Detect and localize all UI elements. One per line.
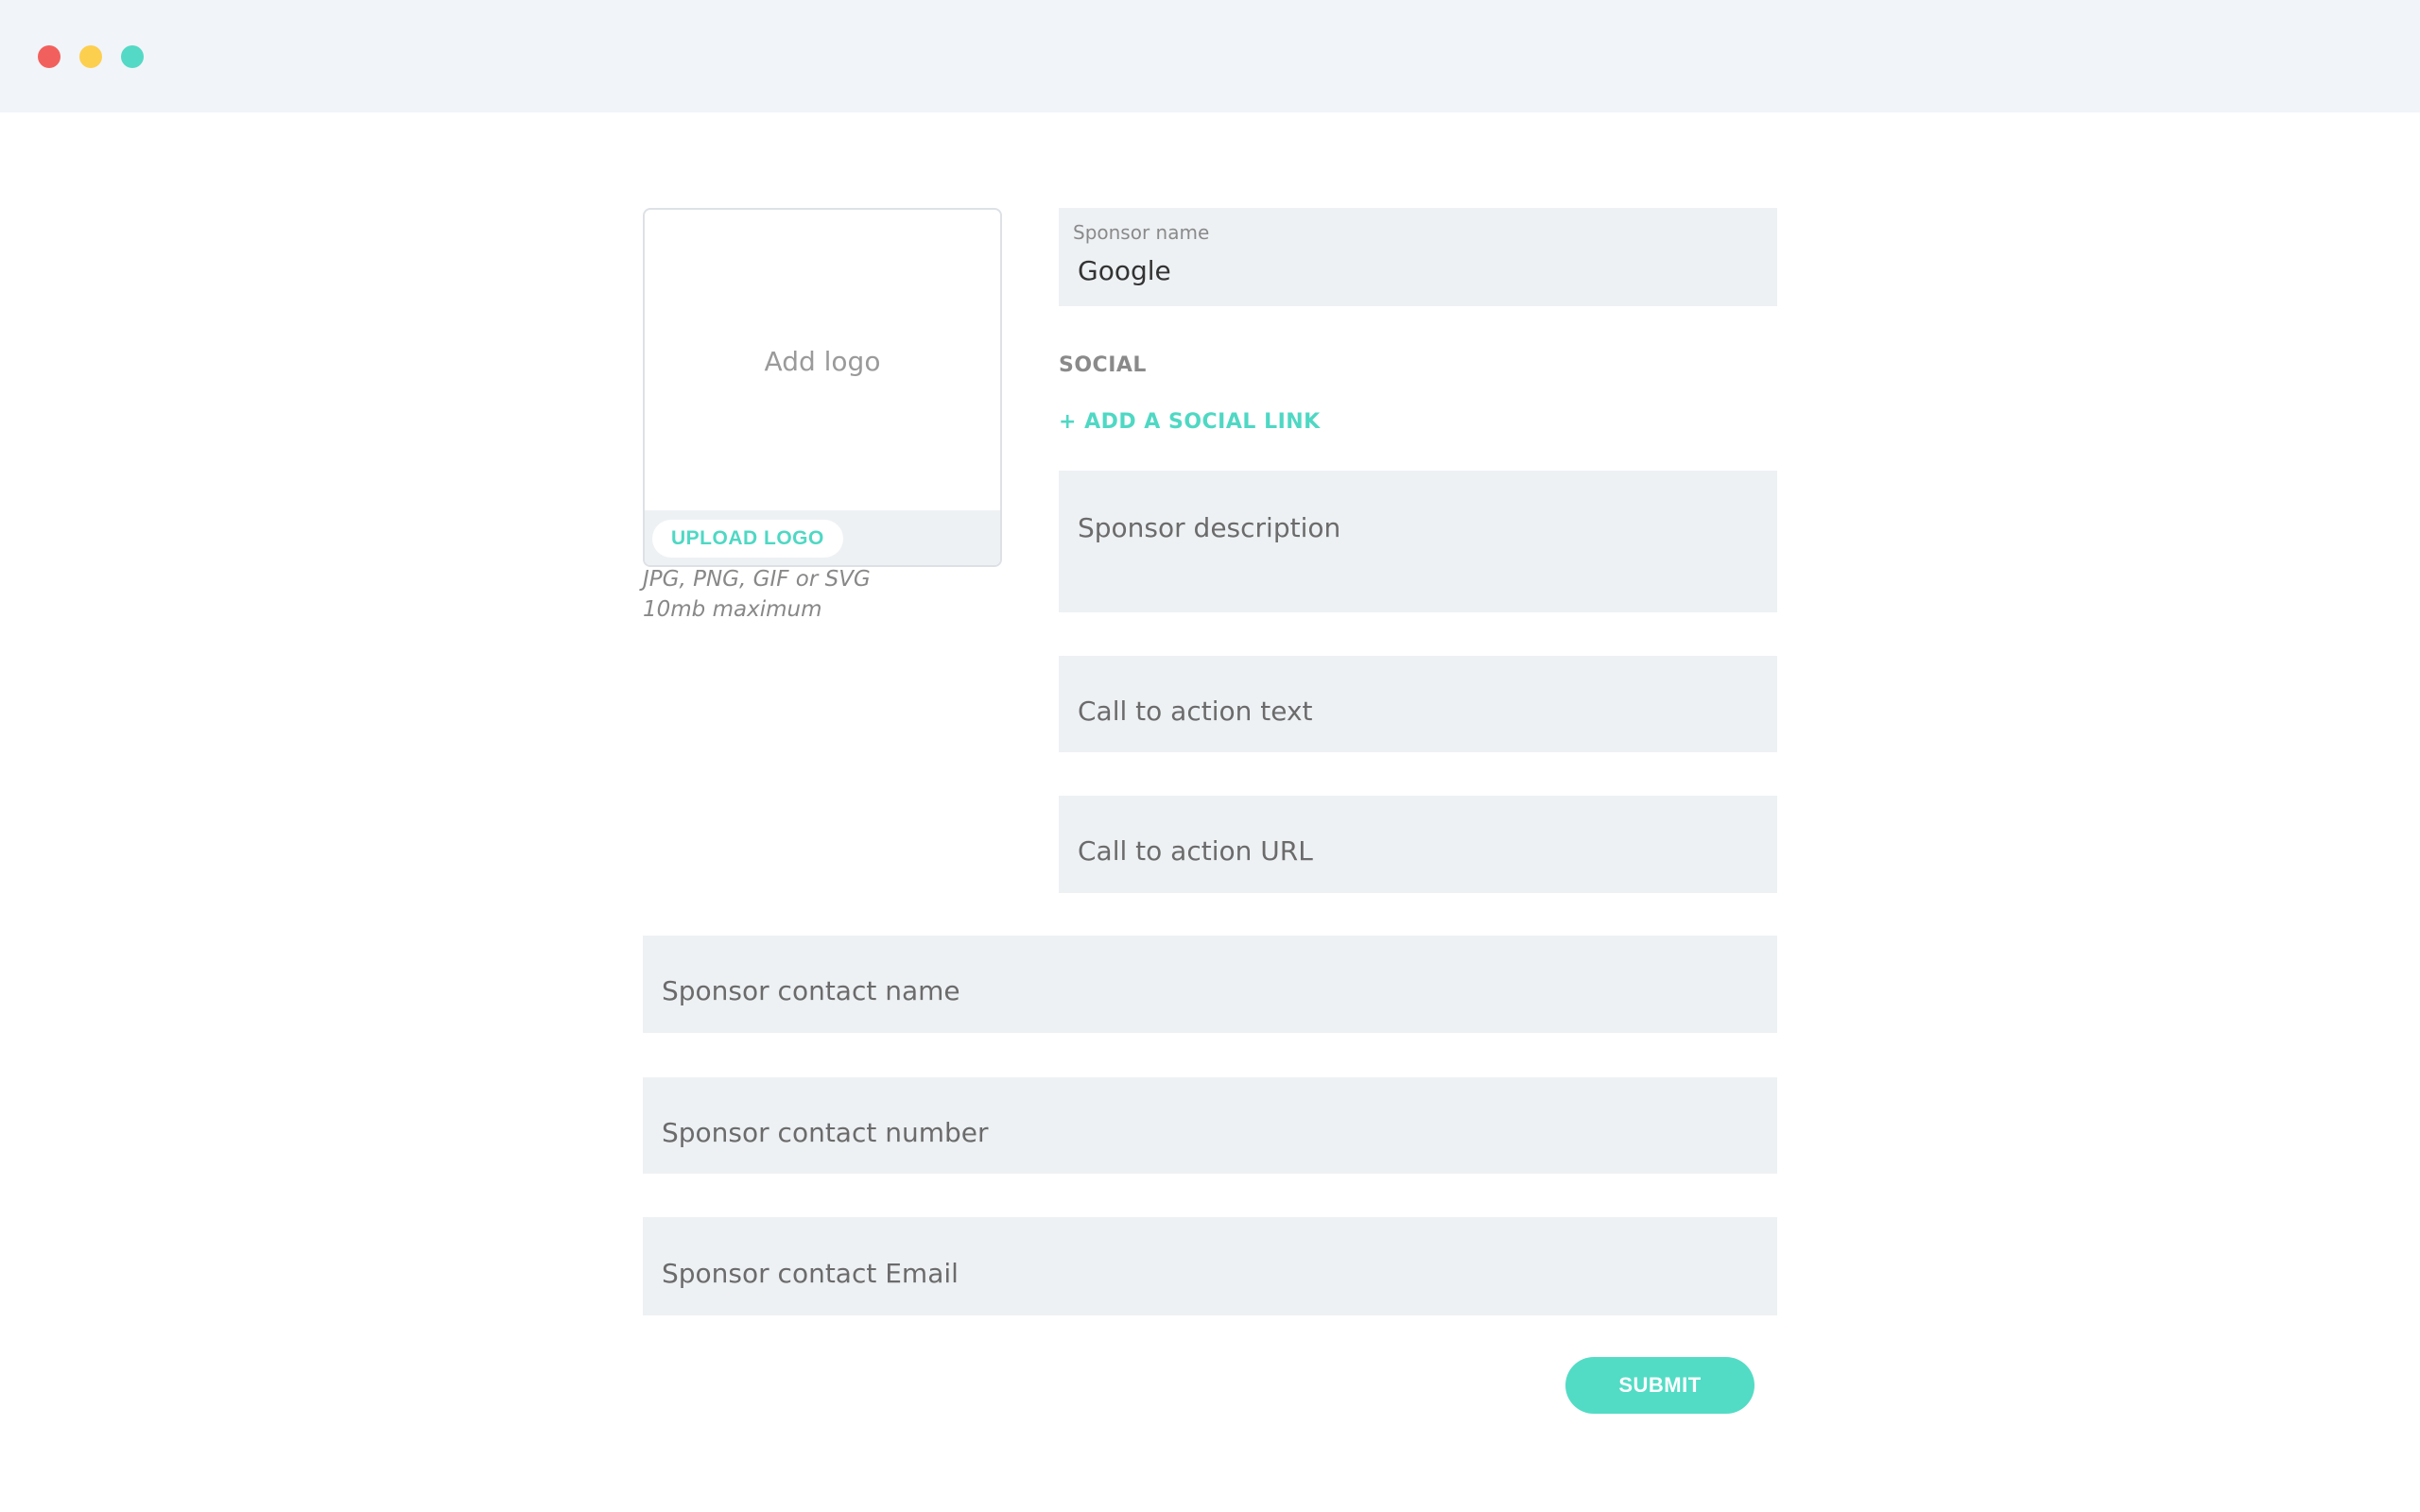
logo-size-note: 10mb maximum: [643, 597, 822, 622]
add-social-link-button[interactable]: + ADD A SOCIAL LINK: [1059, 410, 1321, 434]
logo-format-note: JPG, PNG, GIF or SVG: [643, 567, 871, 592]
cta-text-field[interactable]: Call to action text: [1059, 656, 1777, 752]
social-section-label: SOCIAL: [1059, 353, 1147, 377]
submit-button[interactable]: SUBMIT: [1565, 1357, 1754, 1414]
contact-number-placeholder: Sponsor contact number: [662, 1117, 989, 1148]
contact-email-placeholder: Sponsor contact Email: [662, 1258, 959, 1289]
close-window-icon[interactable]: [38, 45, 60, 68]
add-logo-placeholder: Add logo: [764, 345, 881, 377]
sponsor-name-value[interactable]: Google: [1078, 255, 1171, 286]
sponsor-description-placeholder: Sponsor description: [1078, 512, 1341, 543]
contact-name-placeholder: Sponsor contact name: [662, 975, 960, 1006]
sponsor-description-field[interactable]: Sponsor description: [1059, 471, 1777, 612]
window-titlebar: [0, 0, 2420, 112]
logo-uploader[interactable]: Add logo UPLOAD LOGO: [643, 208, 1002, 567]
minimize-window-icon[interactable]: [79, 45, 102, 68]
contact-name-field[interactable]: Sponsor contact name: [643, 936, 1777, 1033]
cta-url-field[interactable]: Call to action URL: [1059, 796, 1777, 893]
upload-logo-button[interactable]: UPLOAD LOGO: [652, 520, 843, 558]
cta-text-placeholder: Call to action text: [1078, 696, 1313, 727]
logo-uploader-footer: UPLOAD LOGO: [645, 510, 1000, 565]
contact-email-field[interactable]: Sponsor contact Email: [643, 1217, 1777, 1315]
maximize-window-icon[interactable]: [121, 45, 144, 68]
sponsor-name-field[interactable]: Sponsor name Google: [1059, 208, 1777, 306]
contact-number-field[interactable]: Sponsor contact number: [643, 1077, 1777, 1174]
cta-url-placeholder: Call to action URL: [1078, 835, 1313, 867]
sponsor-name-label: Sponsor name: [1073, 221, 1210, 244]
